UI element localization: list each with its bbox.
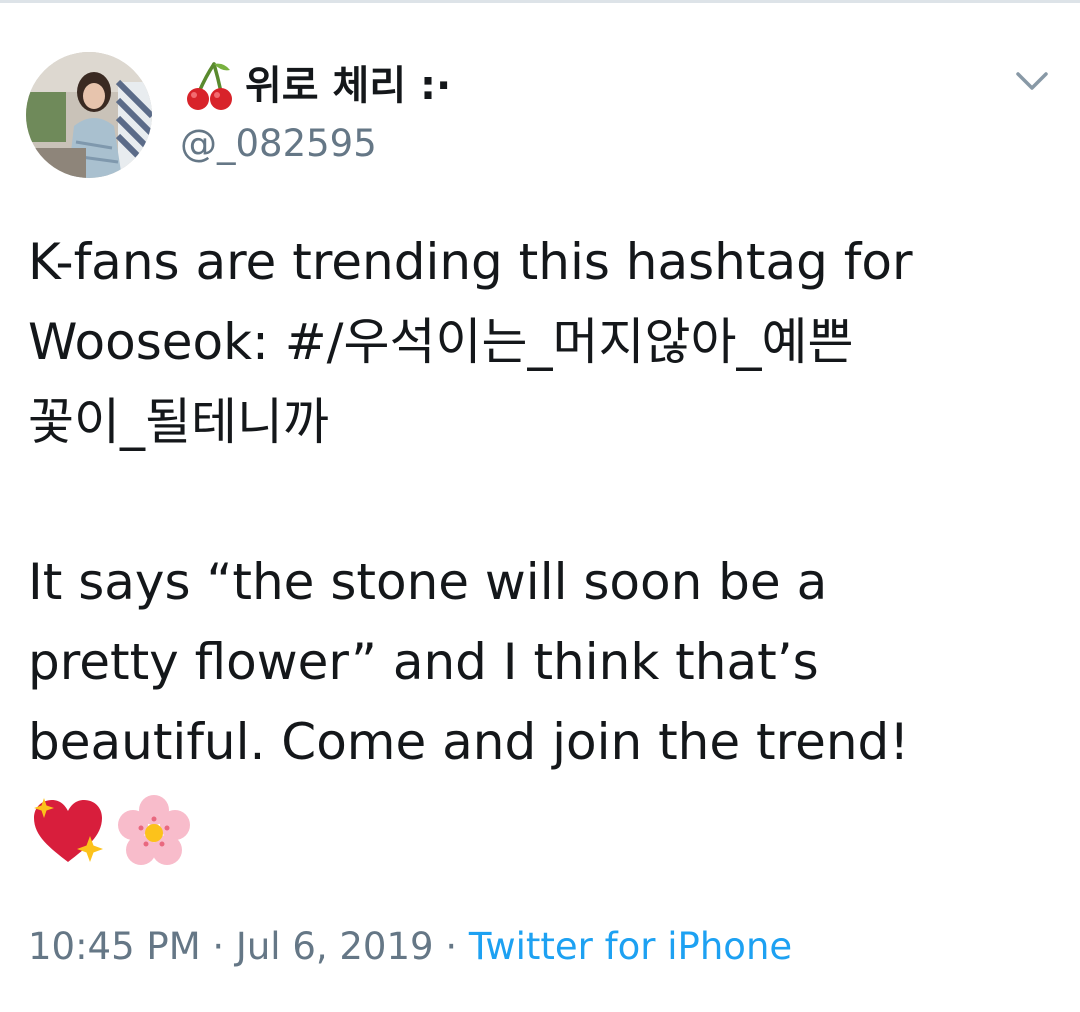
tweet-date[interactable]: Jul 6, 2019 <box>236 925 434 968</box>
tweet-meta: 10:45 PM · Jul 6, 2019 · Twitter for iPh… <box>28 922 792 972</box>
avatar[interactable] <box>26 52 152 178</box>
tweet-text: K-fans are trending this hashtag for Woo… <box>28 222 1038 782</box>
cherry-blossom-icon <box>118 795 190 865</box>
tweet-line: It says “the stone will soon be a <box>28 553 828 611</box>
tweet-time[interactable]: 10:45 PM <box>28 925 201 968</box>
chevron-down-icon[interactable] <box>1012 66 1052 96</box>
tweet-line: K-fans are trending this hashtag for <box>28 233 913 291</box>
emoji-row <box>30 794 192 870</box>
sparkling-heart-icon <box>34 798 103 862</box>
tweet-line: beautiful. Come and join the trend! <box>28 713 910 771</box>
tweet-source-link[interactable]: Twitter for iPhone <box>469 925 792 968</box>
tweet-line: 꽃이_될테니까 <box>28 393 329 451</box>
meta-separator: · <box>212 925 225 968</box>
meta-separator: · <box>445 925 458 968</box>
author-display-name[interactable]: 위로 체리 :· <box>245 62 451 110</box>
tweet-line: pretty flower” and I think that’s <box>28 633 819 691</box>
tweet-line: Wooseok: #/우석이는_머지않아_예쁜 <box>28 313 854 371</box>
cherries-icon <box>187 62 232 110</box>
author-handle[interactable]: @_082595 <box>180 122 377 166</box>
top-divider <box>0 0 1080 3</box>
